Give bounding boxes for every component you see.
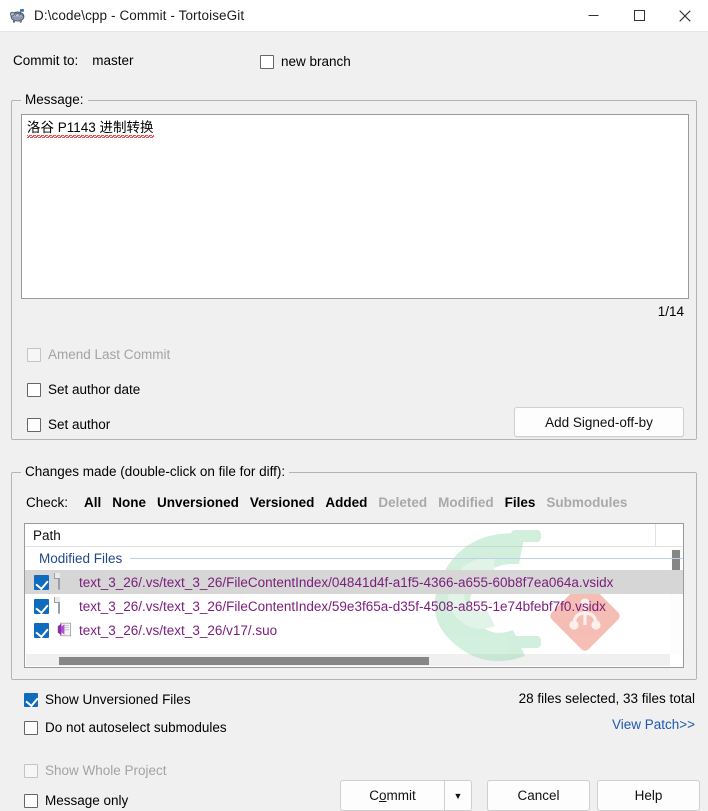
commit-button[interactable]: Commit	[340, 780, 445, 811]
window-controls	[570, 0, 708, 31]
table-row[interactable]: text_3_26/.vs/text_3_26/FileContentIndex…	[25, 570, 683, 594]
check-link-submodules: Submodules	[546, 495, 628, 510]
commit-to-label: Commit to:	[13, 53, 79, 68]
commit-dropdown-button[interactable]: ▼	[445, 780, 472, 811]
file-group-header-rule	[130, 558, 683, 559]
amend-last-commit-checkbox[interactable]: Amend Last Commit	[27, 347, 170, 362]
changes-made-group-label: Changes made (double-click on file for d…	[21, 464, 290, 479]
checkbox-box	[260, 54, 274, 69]
minimize-button[interactable]	[570, 0, 616, 31]
file-list-body: Modified Files text_3_26/.vs/text_3_26/F…	[25, 547, 683, 642]
message-group: Message: 洛谷 P1143 进制转换 1/14 Amend Last C…	[11, 92, 697, 440]
window-titlebar: D:\code\cpp - Commit - TortoiseGit	[0, 0, 708, 31]
show-whole-project-checkbox[interactable]: Show Whole Project	[24, 763, 167, 778]
checkbox-box	[24, 763, 38, 778]
scrollbar-thumb[interactable]	[59, 657, 429, 665]
add-signed-off-by-label: Add Signed-off-by	[545, 414, 653, 430]
file-list-horizontal-scrollbar[interactable]	[26, 654, 670, 666]
check-label: Check:	[26, 495, 69, 510]
show-unversioned-files-checkbox[interactable]: Show Unversioned Files	[24, 692, 191, 707]
checkbox-box	[24, 720, 38, 735]
file-path: text_3_26/.vs/text_3_26/FileContentIndex…	[79, 598, 606, 614]
check-link-files[interactable]: Files	[505, 495, 536, 510]
commit-to-row: Commit to: master	[13, 53, 134, 68]
column-header-path[interactable]: Path	[25, 524, 656, 547]
help-button-label: Help	[634, 788, 663, 803]
checkbox-box	[27, 382, 41, 397]
file-list[interactable]: Path Modified Files text_3_26/.vs/text_3…	[24, 523, 684, 668]
set-author-label: Set author	[48, 417, 111, 432]
amend-last-commit-label: Amend Last Commit	[48, 347, 171, 362]
commit-button-label: Commit	[369, 788, 416, 803]
cancel-button[interactable]: Cancel	[487, 780, 590, 811]
new-branch-checkbox[interactable]: new branch	[260, 54, 351, 69]
row-checkbox[interactable]	[34, 598, 49, 614]
commit-to-branch: master	[92, 53, 134, 68]
table-row[interactable]: text_3_26/.vs/text_3_26/v17/.suo	[25, 618, 683, 642]
check-link-added[interactable]: Added	[325, 495, 367, 510]
document-icon	[56, 596, 73, 615]
table-row[interactable]: text_3_26/.vs/text_3_26/FileContentIndex…	[25, 594, 683, 618]
tortoisegit-icon	[9, 7, 26, 24]
check-link-versioned[interactable]: Versioned	[250, 495, 315, 510]
add-signed-off-by-button[interactable]: Add Signed-off-by	[514, 407, 684, 437]
file-path: text_3_26/.vs/text_3_26/FileContentIndex…	[79, 574, 614, 590]
row-checkbox[interactable]	[34, 622, 49, 638]
checkbox-box	[24, 692, 38, 707]
new-branch-label: new branch	[281, 54, 351, 69]
commit-message-input[interactable]: 洛谷 P1143 进制转换	[21, 114, 689, 299]
file-group-header-label: Modified Files	[39, 551, 123, 566]
set-author-date-label: Set author date	[48, 382, 141, 397]
checkbox-box	[27, 347, 41, 362]
changes-made-group: Changes made (double-click on file for d…	[11, 464, 697, 680]
maximize-button[interactable]	[616, 0, 662, 31]
show-whole-project-label: Show Whole Project	[45, 763, 167, 778]
document-icon	[56, 572, 73, 591]
checkbox-box	[24, 793, 38, 808]
check-link-none[interactable]: None	[112, 495, 146, 510]
row-checkbox[interactable]	[34, 574, 49, 590]
cancel-button-label: Cancel	[517, 788, 560, 803]
chevron-down-icon: ▼	[453, 790, 463, 801]
message-only-label: Message only	[45, 793, 129, 808]
window-title: D:\code\cpp - Commit - TortoiseGit	[34, 8, 245, 23]
file-group-header-modified[interactable]: Modified Files	[25, 547, 683, 570]
help-button[interactable]: Help	[597, 780, 700, 811]
close-button[interactable]	[662, 0, 708, 31]
visual-studio-suo-icon	[56, 622, 73, 639]
commit-message-text: 洛谷 P1143 进制转换	[27, 120, 154, 138]
view-patch-link[interactable]: View Patch>>	[612, 717, 695, 732]
no-autoselect-submodules-label: Do not autoselect submodules	[45, 720, 227, 735]
show-unversioned-files-label: Show Unversioned Files	[45, 692, 191, 707]
check-link-unversioned[interactable]: Unversioned	[157, 495, 239, 510]
message-group-label: Message:	[21, 92, 88, 107]
files-count-status: 28 files selected, 33 files total	[518, 691, 695, 706]
no-autoselect-submodules-checkbox[interactable]: Do not autoselect submodules	[24, 720, 227, 735]
check-link-deleted: Deleted	[378, 495, 428, 510]
check-link-modified: Modified	[438, 495, 494, 510]
message-line-counter: 1/14	[657, 304, 684, 319]
set-author-checkbox[interactable]: Set author	[27, 417, 110, 432]
checkbox-box	[27, 417, 41, 432]
message-only-checkbox[interactable]: Message only	[24, 793, 128, 808]
file-list-header: Path	[25, 524, 683, 547]
set-author-date-checkbox[interactable]: Set author date	[27, 382, 140, 397]
dialog-client-area: Commit to: master new branch Message: 洛谷…	[0, 31, 708, 811]
check-links-row: Check: All None Unversioned Versioned Ad…	[26, 495, 638, 510]
file-path: text_3_26/.vs/text_3_26/v17/.suo	[79, 622, 278, 638]
check-link-all[interactable]: All	[84, 495, 101, 510]
